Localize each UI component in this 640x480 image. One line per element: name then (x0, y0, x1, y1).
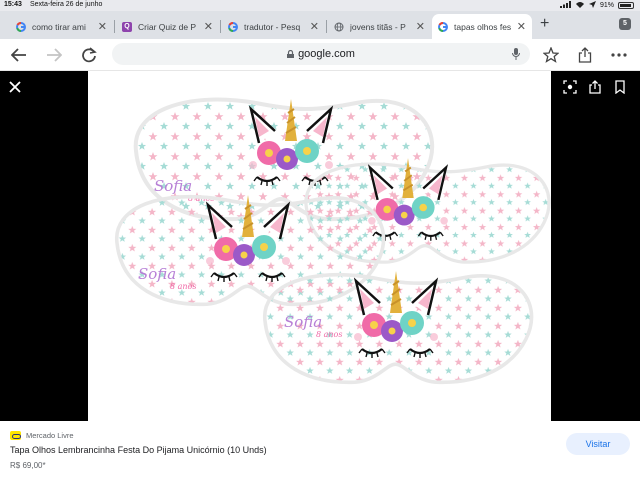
forward-button[interactable] (43, 44, 65, 66)
status-right: 91% (559, 1, 634, 10)
more-dots-icon (611, 53, 627, 57)
close-tab-icon[interactable]: ✕ (310, 20, 319, 33)
quiz-icon: Q (122, 21, 132, 32)
status-bar: 15:43 Sexta-feira 26 de junho 91% (0, 0, 640, 11)
wifi-icon (575, 1, 585, 10)
back-arrow-icon (11, 48, 26, 62)
result-price: R$ 69,00* (10, 461, 46, 470)
address-bar[interactable]: google.com (112, 43, 530, 65)
more-menu-button[interactable] (608, 44, 630, 66)
mask-name-text: Sofia (154, 177, 192, 195)
lock-icon (287, 50, 295, 58)
tab-3[interactable]: tradutor - Pesq ✕ (222, 14, 325, 39)
address-url: google.com (298, 48, 355, 60)
mask-age-text: 8 anos (170, 282, 196, 291)
google-icon (16, 21, 26, 32)
share-button[interactable] (574, 44, 596, 66)
microphone-icon[interactable] (512, 48, 520, 60)
battery-icon (618, 2, 634, 9)
mask-name-text: Sofia (284, 313, 322, 331)
sleep-mask-4: Sofia 8 anos (262, 269, 534, 385)
signal-icon (559, 1, 571, 10)
google-icon (228, 21, 238, 32)
close-tab-icon[interactable]: ✕ (98, 20, 107, 33)
result-info-panel: Mercado Livre Tapa Olhos Lembrancinha Fe… (0, 421, 640, 480)
image-viewer: Sofia 8 anos Sofia 8 anos Sofia 8 anos (0, 71, 640, 421)
new-tab-button[interactable]: + (540, 15, 549, 33)
tab-strip: como tirar ami ✕ Q Criar Quiz de P ✕ tra… (0, 11, 640, 39)
tab-4[interactable]: jovens titãs - P ✕ (328, 14, 431, 39)
status-date: Sexta-feira 26 de junho (30, 1, 103, 8)
share-icon[interactable] (588, 80, 602, 94)
browser-toolbar: google.com (0, 39, 640, 71)
source-name: Mercado Livre (26, 431, 74, 440)
location-icon (588, 1, 596, 10)
forward-arrow-icon (47, 48, 62, 62)
tab-label: como tirar ami (32, 21, 86, 32)
tab-1[interactable]: como tirar ami ✕ (10, 14, 113, 39)
product-image[interactable]: Sofia 8 anos Sofia 8 anos Sofia 8 anos (88, 71, 551, 421)
tab-label: Criar Quiz de P (138, 21, 197, 32)
tab-2[interactable]: Q Criar Quiz de P ✕ (116, 14, 219, 39)
result-source[interactable]: Mercado Livre (10, 431, 74, 440)
mask-name-text: Sofia (138, 265, 176, 283)
tab-label: jovens titãs - P (350, 21, 406, 32)
tab-divider (114, 20, 115, 33)
tab-label: tapas olhos fes (454, 21, 511, 32)
reload-icon (82, 47, 97, 63)
reload-button[interactable] (78, 44, 100, 66)
tab-count-button[interactable]: 5 (619, 18, 631, 30)
tab-divider (326, 20, 327, 33)
battery-percent: 91% (599, 2, 614, 9)
share-icon (578, 47, 592, 63)
close-tab-icon[interactable]: ✕ (416, 20, 425, 33)
tab-label: tradutor - Pesq (244, 21, 301, 32)
back-button[interactable] (8, 44, 30, 66)
tab-divider (220, 20, 221, 33)
mercado-livre-logo-icon (10, 431, 21, 440)
status-time: 15:43 (4, 1, 22, 8)
close-icon[interactable] (8, 80, 22, 94)
tab-5-active[interactable]: tapas olhos fes ✕ (432, 14, 532, 39)
bookmark-button[interactable] (540, 44, 562, 66)
visit-button[interactable]: Visitar (566, 433, 630, 455)
unicorn-sleep-masks-image: Sofia 8 anos Sofia 8 anos Sofia 8 anos (114, 97, 551, 385)
bookmark-icon[interactable] (613, 80, 627, 94)
mask-age-text: 8 anos (316, 330, 342, 339)
globe-icon (334, 22, 344, 32)
close-tab-icon[interactable]: ✕ (517, 20, 526, 33)
star-icon (543, 47, 559, 63)
google-icon (438, 21, 448, 32)
lens-search-icon[interactable] (563, 80, 577, 94)
result-title[interactable]: Tapa Olhos Lembrancinha Festa Do Pijama … (10, 445, 267, 455)
close-tab-icon[interactable]: ✕ (204, 20, 213, 33)
